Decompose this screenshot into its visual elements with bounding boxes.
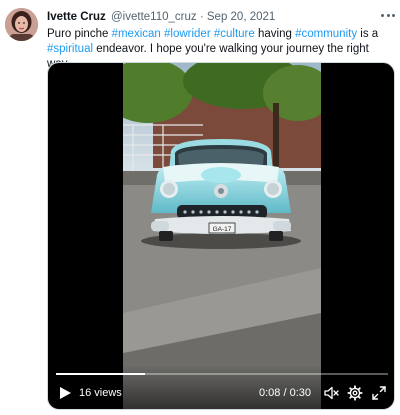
- separator-dot: ·: [199, 11, 204, 23]
- volume-muted-icon[interactable]: [323, 385, 339, 401]
- video-controls: 16 views 0:08 / 0:30: [48, 365, 394, 409]
- current-time: 0:08: [259, 387, 281, 399]
- dot: [392, 13, 395, 17]
- video-frame[interactable]: GA-17: [123, 63, 321, 409]
- view-count: 16 views: [79, 387, 122, 399]
- license-plate-text: GA-17: [213, 226, 232, 233]
- tweet-date[interactable]: Sep 20, 2021: [207, 11, 275, 23]
- video-progress-fill: [56, 373, 145, 375]
- more-options-icon[interactable]: [381, 10, 395, 20]
- video-player[interactable]: GA-17 16 views 0:08 / 0:30: [47, 62, 395, 410]
- tweet-text-segment: is a: [357, 28, 379, 40]
- display-name[interactable]: Ivette Cruz: [47, 11, 106, 23]
- play-icon[interactable]: [58, 386, 72, 400]
- avatar[interactable]: [5, 8, 38, 41]
- hashtag-link[interactable]: #culture: [214, 28, 255, 40]
- user-handle[interactable]: @ivette110_cruz: [111, 11, 197, 23]
- fullscreen-icon[interactable]: [371, 385, 387, 401]
- video-time: 0:08 / 0:30: [259, 386, 311, 400]
- tweet-text-segment: having: [254, 28, 296, 40]
- tweet-text-segment: Puro pinche: [47, 28, 112, 40]
- gear-icon[interactable]: [347, 385, 363, 401]
- hashtag-link[interactable]: #lowrider: [164, 28, 211, 40]
- time-separator: /: [280, 387, 290, 399]
- hashtag-link[interactable]: #spiritual: [47, 43, 93, 55]
- dot: [381, 13, 384, 17]
- hashtag-link[interactable]: #mexican: [112, 28, 161, 40]
- tweet-header: Ivette Cruz @ivette110_cruz · Sep 20, 20…: [47, 10, 275, 24]
- dot: [386, 13, 390, 17]
- video-progress-bar[interactable]: [56, 373, 388, 375]
- tweet-card[interactable]: Ivette Cruz @ivette110_cruz · Sep 20, 20…: [0, 0, 400, 415]
- duration: 0:30: [289, 387, 312, 399]
- hashtag-link[interactable]: #community: [295, 28, 357, 40]
